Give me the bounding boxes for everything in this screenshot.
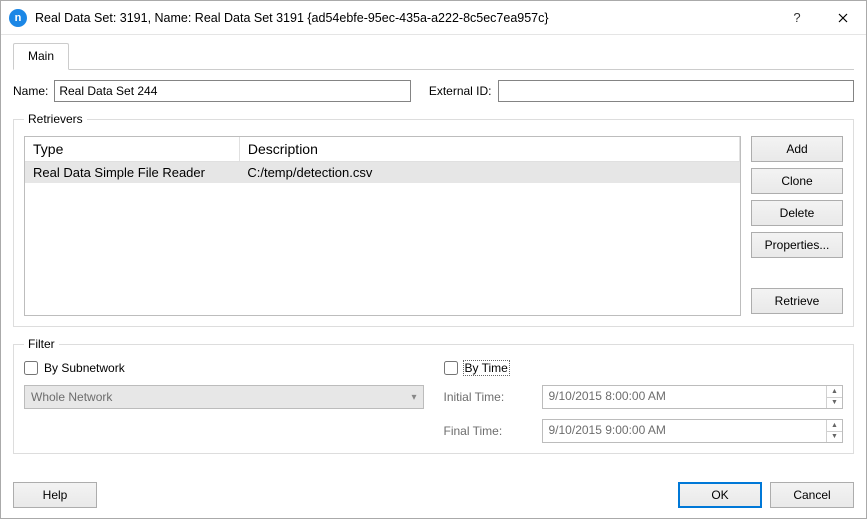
filter-legend: Filter [24,337,59,351]
by-subnetwork-label: By Subnetwork [44,361,125,375]
close-icon [838,13,848,23]
cell-description: C:/temp/detection.csv [239,162,739,184]
dialog-footer: Help OK Cancel [1,476,866,518]
delete-button[interactable]: Delete [751,200,843,226]
subnetwork-combo[interactable]: Whole Network ▾ [24,385,424,409]
final-time-value: 9/10/2015 9:00:00 AM [543,420,827,442]
by-subnetwork-checkbox[interactable] [24,361,38,375]
retrievers-legend: Retrievers [24,112,87,126]
spin-down-icon[interactable]: ▼ [827,432,842,443]
question-icon: ? [793,10,800,25]
final-time-label: Final Time: [444,424,534,438]
filter-time-col: By Time Initial Time: 9/10/2015 8:00:00 … [444,361,844,443]
initial-time-label: Initial Time: [444,390,534,404]
initial-time-input[interactable]: 9/10/2015 8:00:00 AM ▲ ▼ [542,385,844,409]
cell-type: Real Data Simple File Reader [25,162,239,184]
retrievers-table-wrap[interactable]: Type Description Real Data Simple File R… [24,136,741,316]
initial-time-spinner[interactable]: ▲ ▼ [826,386,842,408]
by-time-label: By Time [464,361,509,375]
window-title: Real Data Set: 3191, Name: Real Data Set… [35,11,774,25]
chevron-down-icon: ▾ [411,392,416,403]
final-time-input[interactable]: 9/10/2015 9:00:00 AM ▲ ▼ [542,419,844,443]
retrievers-table: Type Description Real Data Simple File R… [25,137,740,183]
name-input[interactable] [54,80,410,102]
clone-button[interactable]: Clone [751,168,843,194]
spin-down-icon[interactable]: ▼ [827,398,842,409]
close-button[interactable] [820,1,866,35]
app-icon: n [9,9,27,27]
spin-up-icon[interactable]: ▲ [827,386,842,398]
cancel-button[interactable]: Cancel [770,482,854,508]
by-time-checkbox[interactable] [444,361,458,375]
help-button-footer[interactable]: Help [13,482,97,508]
properties-button[interactable]: Properties... [751,232,843,258]
filter-subnetwork-col: By Subnetwork Whole Network ▾ [24,361,424,443]
subnetwork-value: Whole Network [31,390,112,404]
col-description[interactable]: Description [239,137,739,162]
tab-main[interactable]: Main [13,43,69,70]
name-row: Name: External ID: [13,80,854,102]
retrievers-group: Retrievers Type Description Real Data Si… [13,112,854,327]
col-type[interactable]: Type [25,137,239,162]
spin-up-icon[interactable]: ▲ [827,420,842,432]
spacer [751,264,843,282]
table-row[interactable]: Real Data Simple File Reader C:/temp/det… [25,162,740,184]
initial-time-value: 9/10/2015 8:00:00 AM [543,386,827,408]
tab-bar: Main [13,43,854,70]
add-button[interactable]: Add [751,136,843,162]
name-label: Name: [13,84,48,98]
retrieve-button[interactable]: Retrieve [751,288,843,314]
help-button[interactable]: ? [774,1,820,35]
dialog-window: n Real Data Set: 3191, Name: Real Data S… [0,0,867,519]
final-time-spinner[interactable]: ▲ ▼ [826,420,842,442]
ok-button[interactable]: OK [678,482,762,508]
titlebar: n Real Data Set: 3191, Name: Real Data S… [1,1,866,35]
filter-group: Filter By Subnetwork Whole Network ▾ [13,337,854,454]
retrievers-buttons: Add Clone Delete Properties... Retrieve [751,136,843,316]
external-id-label: External ID: [429,84,492,98]
external-id-input[interactable] [498,80,854,102]
